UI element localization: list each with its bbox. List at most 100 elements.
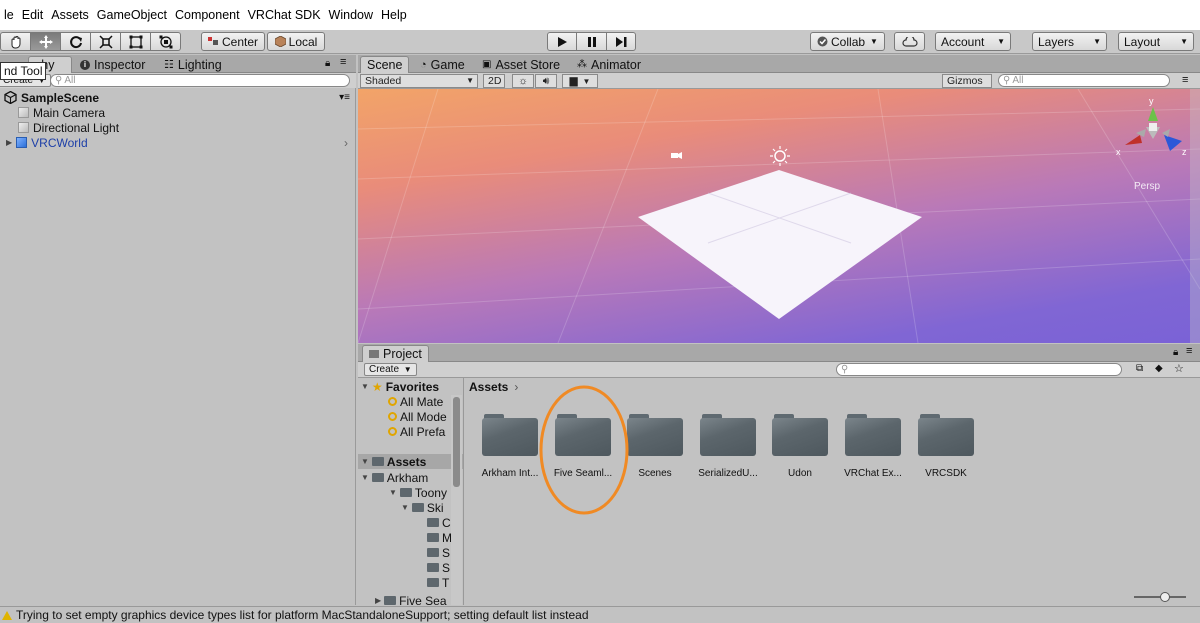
lock-icon[interactable]: 🔒︎ xyxy=(325,58,330,69)
move-tool-button[interactable] xyxy=(30,32,61,51)
camera-gizmo-icon[interactable] xyxy=(671,152,682,159)
tree-folder[interactable]: ▼ Toony xyxy=(389,485,447,500)
expand-arrow-icon[interactable]: ▼ xyxy=(361,457,369,466)
transform-tool-button[interactable] xyxy=(150,32,181,51)
tab-game[interactable]: ◔ Game xyxy=(414,56,471,73)
tab-project[interactable]: Project xyxy=(362,345,429,362)
tree-folder[interactable]: ▼ Ski xyxy=(401,500,444,515)
tab-scene[interactable]: Scene xyxy=(360,56,410,73)
scene-search-input[interactable]: ⚲ All xyxy=(998,74,1170,87)
step-button[interactable] xyxy=(606,32,636,51)
slider-handle[interactable] xyxy=(1160,592,1170,602)
project-create-dropdown[interactable]: Create ▼ xyxy=(364,363,417,376)
menu-file[interactable]: le xyxy=(0,8,18,22)
favorites-row[interactable]: ▼ ★ Favorites xyxy=(361,379,439,394)
expand-arrow-icon[interactable]: ▼ xyxy=(389,488,397,497)
tree-folder[interactable]: C xyxy=(427,515,451,530)
tab-animator[interactable]: ⁂ Animator xyxy=(571,56,647,73)
pivot-local-toggle[interactable]: Local xyxy=(267,32,325,51)
favorite-item[interactable]: All Mode xyxy=(388,409,447,424)
favorite-star-icon[interactable]: ☆ xyxy=(1174,362,1184,375)
filter-by-type-icon[interactable]: ⧉ xyxy=(1136,363,1143,374)
tree-folder[interactable]: S xyxy=(427,560,450,575)
project-toolbar: Create ▼ ⚲ ⧉ ◆ ☆ xyxy=(358,362,1200,378)
cloud-services-button[interactable] xyxy=(894,32,925,51)
expand-arrow-icon[interactable]: ▼ xyxy=(401,503,409,512)
scene-effects-dropdown[interactable]: ▆ ▼ xyxy=(562,74,598,88)
tree-folder[interactable]: T xyxy=(427,575,449,590)
panel-menu-icon[interactable]: ≡ xyxy=(1186,345,1192,357)
tree-folder[interactable]: S xyxy=(427,545,450,560)
asset-folder[interactable]: VRCSDK xyxy=(910,414,982,479)
lock-icon[interactable]: 🔒︎ xyxy=(1173,347,1178,358)
panel-menu-icon[interactable]: ≡ xyxy=(1182,74,1188,86)
pause-button[interactable] xyxy=(576,32,607,51)
hierarchy-search-input[interactable]: ⚲ All xyxy=(50,74,350,87)
project-tree-scrollbar[interactable] xyxy=(451,395,462,605)
asset-folder[interactable]: Udon xyxy=(764,414,836,479)
expand-arrow-icon[interactable]: ▶ xyxy=(6,138,12,147)
tree-folder[interactable]: ▼ Arkham xyxy=(361,470,428,485)
collab-dropdown[interactable]: Collab ▼ xyxy=(810,32,885,51)
scene-scrollbar[interactable] xyxy=(1190,89,1200,343)
expand-arrow-icon[interactable]: ▼ xyxy=(361,382,369,391)
filter-by-label-icon[interactable]: ◆ xyxy=(1155,363,1163,374)
tab-lighting[interactable]: ☷ Lighting xyxy=(158,56,228,73)
hierarchy-item-directional-light[interactable]: Directional Light xyxy=(18,120,119,135)
tab-inspector[interactable]: i Inspector xyxy=(74,56,151,73)
menu-edit[interactable]: Edit xyxy=(18,8,48,22)
asset-folder-label: Arkham Int... xyxy=(481,468,539,479)
chevron-right-icon[interactable]: › xyxy=(344,136,348,150)
asset-folder[interactable]: SerializedU... xyxy=(692,414,764,479)
menu-assets[interactable]: Assets xyxy=(47,8,93,22)
toggle-2d-button[interactable]: 2D xyxy=(483,74,505,88)
project-search-input[interactable]: ⚲ xyxy=(836,363,1122,376)
tree-folder[interactable]: ▶ Five Sea xyxy=(375,593,447,605)
scene-viewport[interactable]: y x z Persp xyxy=(358,89,1200,343)
plane-mesh[interactable] xyxy=(638,170,922,319)
layout-dropdown[interactable]: Layout ▼ xyxy=(1118,32,1194,51)
pivot-local-label: Local xyxy=(288,34,318,49)
menu-component[interactable]: Component xyxy=(171,8,244,22)
tree-folder[interactable]: M xyxy=(427,530,452,545)
gizmos-dropdown[interactable]: Gizmos ▼ xyxy=(942,74,992,98)
play-button[interactable] xyxy=(547,32,577,51)
tree-folder-label: S xyxy=(442,560,451,575)
gizmo-z-label: z xyxy=(1182,147,1187,157)
menu-vrchat-sdk[interactable]: VRChat SDK xyxy=(244,8,325,22)
hand-tool-button[interactable] xyxy=(0,32,31,51)
expand-arrow-icon[interactable]: ▼ xyxy=(361,473,369,482)
favorite-item[interactable]: All Mate xyxy=(388,394,443,409)
rotate-tool-button[interactable] xyxy=(60,32,91,51)
status-bar[interactable]: Trying to set empty graphics device type… xyxy=(0,606,1200,623)
scene-audio-toggle[interactable]: 🔊︎ xyxy=(535,74,557,88)
account-dropdown[interactable]: Account ▼ xyxy=(935,32,1011,51)
assets-root-row[interactable]: ▼ Assets xyxy=(358,454,463,469)
layers-dropdown[interactable]: Layers ▼ xyxy=(1032,32,1107,51)
expand-arrow-icon[interactable]: ▶ xyxy=(375,596,381,605)
hierarchy-item-vrcworld[interactable]: ▶ VRCWorld › xyxy=(6,135,352,150)
breadcrumb-assets[interactable]: Assets xyxy=(469,380,508,394)
tab-asset-store[interactable]: ▣ Asset Store xyxy=(476,56,566,73)
menu-help[interactable]: Help xyxy=(377,8,411,22)
folder-icon xyxy=(427,533,439,542)
rect-tool-button[interactable] xyxy=(120,32,151,51)
panel-menu-icon[interactable]: ≡ xyxy=(340,56,346,68)
pivot-center-toggle[interactable]: Center xyxy=(201,32,265,51)
tree-folder-label: Ski xyxy=(426,500,444,515)
asset-folder[interactable]: Arkham Int... xyxy=(474,414,546,479)
scrollbar-thumb[interactable] xyxy=(453,397,460,487)
scene-root-row[interactable]: SampleScene ▾≡ xyxy=(4,90,352,105)
scale-tool-button[interactable] xyxy=(90,32,121,51)
scene-lighting-toggle[interactable]: ☼ xyxy=(512,74,534,88)
favorite-item[interactable]: All Prefa xyxy=(388,424,445,439)
menu-window[interactable]: Window xyxy=(325,8,377,22)
scene-menu-icon[interactable]: ▾≡ xyxy=(339,92,350,103)
hierarchy-item-main-camera[interactable]: Main Camera xyxy=(18,105,105,120)
icon-size-slider[interactable] xyxy=(1134,592,1186,602)
asset-folder-label: VRCSDK xyxy=(925,468,967,479)
sun-gizmo-icon[interactable] xyxy=(770,146,790,166)
menu-gameobject[interactable]: GameObject xyxy=(93,8,171,22)
asset-folder[interactable]: VRChat Ex... xyxy=(837,414,909,479)
shading-mode-dropdown[interactable]: Shaded ▼ xyxy=(360,74,478,88)
